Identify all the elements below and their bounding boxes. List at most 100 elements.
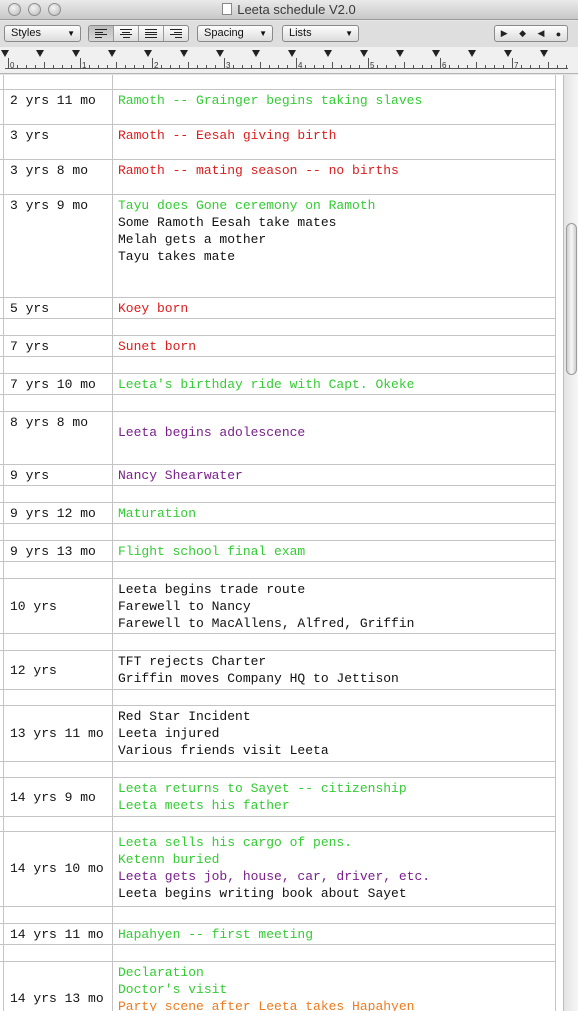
row-separator: [0, 356, 556, 357]
ruler-tick: [449, 65, 450, 68]
ruler-tick: [62, 65, 63, 68]
ruler-tick: [233, 65, 234, 68]
lists-label: Lists: [289, 27, 312, 39]
tab-stop-marker[interactable]: [180, 50, 188, 57]
event-cell: TFT rejects Charter Griffin moves Company…: [118, 653, 399, 687]
row-separator: [0, 816, 556, 817]
age-cell: 9 yrs 13 mo: [10, 544, 96, 559]
ruler-number: 4: [298, 61, 303, 70]
event-cell: Leeta begins trade route Farewell to Nanc…: [118, 581, 414, 632]
row-separator: [0, 777, 556, 778]
tab-stop-marker[interactable]: [288, 50, 296, 57]
scrollbar-thumb[interactable]: [566, 223, 577, 375]
ruler-tick: [170, 65, 171, 68]
styles-dropdown[interactable]: Styles ▼: [4, 25, 81, 42]
event-line: Tayu does Gone ceremony on Ramoth: [118, 198, 376, 213]
align-right-button[interactable]: [164, 26, 188, 41]
ruler-tick: [53, 65, 54, 68]
event-line: Some Ramoth Eesah take mates: [118, 215, 337, 230]
align-center-button[interactable]: [114, 26, 139, 41]
ruler-tick: [215, 65, 216, 68]
event-line: Leeta sells his cargo of pens.: [118, 835, 353, 850]
table-border-right: [555, 75, 556, 1011]
event-line: Leeta's birthday ride with Capt. Okeke: [118, 377, 415, 392]
age-cell: 14 yrs 11 mo: [10, 927, 104, 942]
tab-stop-marker[interactable]: [324, 50, 332, 57]
ruler-tick: [530, 65, 531, 68]
spacing-dropdown[interactable]: Spacing ▼: [197, 25, 273, 42]
event-cell: Ramoth -- Eesah giving birth: [118, 127, 336, 144]
tab-stop-marker[interactable]: [432, 50, 440, 57]
title-bar: Leeta schedule V2.0: [0, 0, 578, 20]
event-line: Party scene after Leeta takes Hapahyen: [118, 999, 415, 1011]
row-separator: [0, 485, 556, 486]
row-separator: [0, 689, 556, 690]
event-line: Maturation: [118, 506, 197, 521]
event-line: Leeta injured: [118, 726, 220, 741]
event-line: Leeta returns to Sayet -- citizenship: [118, 781, 407, 796]
ruler-tick: [296, 58, 297, 68]
right-tab-icon[interactable]: ◀: [537, 28, 544, 39]
ruler-tick: [566, 65, 567, 68]
tab-stop-marker[interactable]: [504, 50, 512, 57]
ruler-tick: [116, 62, 117, 68]
ruler-tick: [404, 62, 405, 68]
row-separator: [0, 373, 556, 374]
tab-stop-marker[interactable]: [72, 50, 80, 57]
align-justify-button[interactable]: [139, 26, 164, 41]
tab-stops-control[interactable]: ▶ ◆ ◀ ●: [494, 25, 568, 42]
event-line: TFT rejects Charter: [118, 654, 267, 669]
event-line: Leeta begins trade route: [118, 582, 306, 597]
ruler[interactable]: 0 1 2 3 4 5 6 7: [0, 47, 578, 74]
age-cell: 12 yrs: [10, 662, 57, 678]
ruler-tick: [107, 65, 108, 68]
window-title-wrap: Leeta schedule V2.0: [0, 2, 578, 17]
ruler-tick: [503, 65, 504, 68]
tab-stop-marker[interactable]: [252, 50, 260, 57]
align-left-button[interactable]: [89, 26, 114, 41]
vertical-scrollbar[interactable]: [563, 75, 578, 1011]
event-line: Leeta begins adolescence: [118, 425, 306, 440]
ruler-number: 0: [10, 61, 15, 70]
event-cell: Hapahyen -- first meeting: [118, 926, 313, 943]
ruler-tick: [260, 62, 261, 68]
age-cell: 14 yrs 10 mo: [10, 860, 104, 876]
tab-stop-marker[interactable]: [468, 50, 476, 57]
ruler-tick: [494, 65, 495, 68]
tab-stop-marker[interactable]: [396, 50, 404, 57]
ruler-tick: [305, 65, 306, 68]
ruler-number: 2: [154, 61, 159, 70]
event-cell: Tayu does Gone ceremony on Ramoth Some Ra…: [118, 197, 375, 265]
row-separator: [0, 906, 556, 907]
center-tab-icon[interactable]: ◆: [519, 28, 526, 39]
document-page[interactable]: 2 yrs 11 mo Ramoth -- Grainger begins tak…: [0, 75, 563, 1011]
tab-stop-marker[interactable]: [216, 50, 224, 57]
lists-dropdown[interactable]: Lists ▼: [282, 25, 359, 42]
row-separator: [0, 578, 556, 579]
row-separator: [0, 944, 556, 945]
ruler-tick: [458, 65, 459, 68]
decimal-tab-icon[interactable]: ●: [556, 29, 561, 39]
row-separator: [0, 411, 556, 412]
ruler-tick: [413, 65, 414, 68]
tab-stop-marker[interactable]: [540, 50, 548, 57]
row-separator: [0, 633, 556, 634]
tab-stop-marker[interactable]: [144, 50, 152, 57]
event-line: Flight school final exam: [118, 544, 306, 559]
left-tab-icon[interactable]: ▶: [501, 28, 508, 39]
age-cell: 5 yrs: [10, 301, 50, 316]
tab-stop-marker[interactable]: [108, 50, 116, 57]
indent-marker[interactable]: [1, 50, 9, 57]
event-line: Leeta gets job, house, car, driver, etc.: [118, 869, 431, 884]
ruler-tick: [269, 65, 270, 68]
align-left-icon: [95, 29, 107, 38]
row-separator: [0, 831, 556, 832]
tab-stop-marker[interactable]: [360, 50, 368, 57]
ruler-tick: [368, 58, 369, 68]
row-separator: [0, 159, 556, 160]
chevron-down-icon: ▼: [345, 29, 353, 38]
event-line: Koey born: [118, 301, 189, 316]
ruler-tick: [134, 65, 135, 68]
tab-stop-marker[interactable]: [36, 50, 44, 57]
ruler-tick: [521, 65, 522, 68]
